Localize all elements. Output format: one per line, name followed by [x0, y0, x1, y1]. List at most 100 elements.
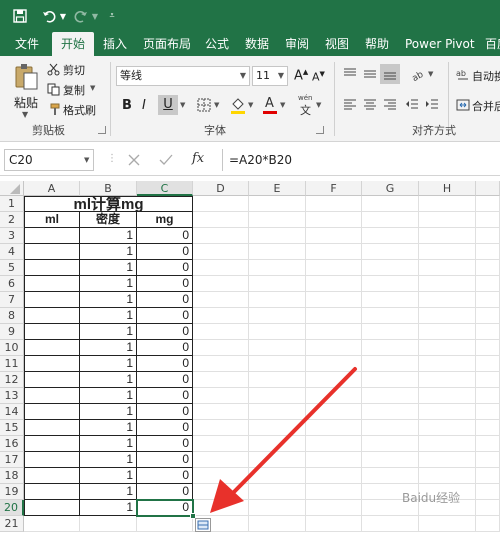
format-painter-icon[interactable] — [46, 102, 60, 116]
ml-cell[interactable] — [24, 340, 80, 356]
grid-cell[interactable] — [419, 260, 476, 276]
tab-help[interactable]: 帮助 — [356, 32, 398, 56]
clipboard-dialog-launcher-icon[interactable] — [98, 126, 106, 134]
grid-cell[interactable] — [419, 228, 476, 244]
merge-center-icon[interactable] — [456, 98, 470, 112]
grid-cell[interactable] — [476, 196, 500, 212]
align-center-icon[interactable] — [362, 96, 378, 112]
row-header-18[interactable]: 18 — [0, 468, 24, 484]
density-cell[interactable]: 1 — [80, 388, 137, 404]
density-cell[interactable]: 1 — [80, 436, 137, 452]
decrease-font-size-button[interactable]: A▼ — [312, 70, 325, 84]
row-header-13[interactable]: 13 — [0, 388, 24, 404]
grid-cell[interactable] — [306, 260, 362, 276]
italic-button[interactable]: I — [142, 98, 146, 113]
grid-cell[interactable] — [306, 324, 362, 340]
grid-cell[interactable] — [419, 212, 476, 228]
grid-cell[interactable] — [306, 276, 362, 292]
row-header-20[interactable]: 20 — [0, 500, 24, 516]
name-box-dropdown-icon[interactable]: ▼ — [84, 156, 89, 164]
grid-cell[interactable] — [476, 356, 500, 372]
select-all-button[interactable] — [0, 181, 24, 196]
grid-cell[interactable] — [476, 436, 500, 452]
grid-cell[interactable] — [476, 468, 500, 484]
mg-cell[interactable]: 0 — [137, 420, 193, 436]
mg-cell[interactable]: 0 — [137, 308, 193, 324]
grid-cell[interactable] — [419, 276, 476, 292]
row-header-5[interactable]: 5 — [0, 260, 24, 276]
more-options-icon[interactable]: ⋮ — [107, 153, 117, 164]
grid-cell[interactable] — [249, 260, 306, 276]
grid-cell[interactable] — [249, 228, 306, 244]
row-header-17[interactable]: 17 — [0, 452, 24, 468]
cancel-icon[interactable] — [126, 152, 142, 168]
grid-cell[interactable] — [193, 244, 249, 260]
column-header-f[interactable]: F — [306, 181, 362, 196]
mg-cell[interactable]: 0 — [137, 468, 193, 484]
column-label-mg[interactable]: mg — [137, 212, 193, 228]
decrease-indent-icon[interactable] — [404, 96, 420, 112]
density-cell[interactable]: 1 — [80, 452, 137, 468]
grid-cell[interactable] — [362, 356, 419, 372]
grid-cell[interactable] — [476, 340, 500, 356]
increase-font-size-button[interactable]: A▲ — [294, 68, 308, 83]
tab-data[interactable]: 数据 — [236, 32, 278, 56]
mg-cell[interactable]: 0 — [137, 484, 193, 500]
grid-cell[interactable] — [362, 404, 419, 420]
density-cell[interactable]: 1 — [80, 500, 137, 516]
mg-cell[interactable]: 0 — [137, 356, 193, 372]
mg-cell[interactable]: 0 — [137, 404, 193, 420]
row-header-19[interactable]: 19 — [0, 484, 24, 500]
orientation-icon[interactable]: ab — [410, 66, 428, 82]
column-header-b[interactable]: B — [80, 181, 137, 196]
grid-cell[interactable] — [306, 228, 362, 244]
ml-cell[interactable] — [24, 324, 80, 340]
tab-file[interactable]: 文件 — [6, 32, 48, 56]
cut-label[interactable]: 剪切 — [63, 62, 85, 78]
save-icon[interactable] — [10, 6, 30, 26]
row-header-9[interactable]: 9 — [0, 324, 24, 340]
ml-cell[interactable] — [24, 388, 80, 404]
grid-cell[interactable] — [249, 308, 306, 324]
phonetic-guide-icon[interactable]: 文 — [300, 102, 311, 118]
font-dialog-launcher-icon[interactable] — [316, 126, 324, 134]
grid-cell[interactable] — [137, 516, 193, 532]
grid-cell[interactable] — [249, 324, 306, 340]
density-cell[interactable]: 1 — [80, 468, 137, 484]
align-left-icon[interactable] — [342, 96, 358, 112]
ml-cell[interactable] — [24, 484, 80, 500]
ml-cell[interactable] — [24, 372, 80, 388]
ml-cell[interactable] — [24, 356, 80, 372]
grid-cell[interactable] — [419, 436, 476, 452]
grid-cell[interactable] — [193, 228, 249, 244]
merge-center-label[interactable]: 合并后 — [472, 98, 500, 114]
grid-cell[interactable] — [362, 452, 419, 468]
density-cell[interactable]: 1 — [80, 292, 137, 308]
tab-page-layout[interactable]: 页面布局 — [134, 32, 200, 56]
grid-cell[interactable] — [476, 452, 500, 468]
copy-dropdown-icon[interactable]: ▼ — [90, 84, 95, 92]
grid-cell[interactable] — [362, 388, 419, 404]
density-cell[interactable]: 1 — [80, 484, 137, 500]
grid-cell[interactable] — [476, 372, 500, 388]
grid-cell[interactable] — [362, 212, 419, 228]
ml-cell[interactable] — [24, 452, 80, 468]
grid-cell[interactable] — [419, 516, 476, 532]
grid-cell[interactable] — [476, 404, 500, 420]
ml-cell[interactable] — [24, 436, 80, 452]
grid-cell[interactable] — [419, 244, 476, 260]
mg-cell[interactable]: 0 — [137, 244, 193, 260]
tab-review[interactable]: 审阅 — [276, 32, 318, 56]
ml-cell[interactable] — [24, 276, 80, 292]
tab-view[interactable]: 视图 — [316, 32, 358, 56]
row-header-6[interactable]: 6 — [0, 276, 24, 292]
insert-function-button[interactable]: fx — [192, 151, 204, 166]
column-header-g[interactable]: G — [362, 181, 419, 196]
grid-cell[interactable] — [476, 500, 500, 516]
row-header-2[interactable]: 2 — [0, 212, 24, 228]
density-cell[interactable]: 1 — [80, 276, 137, 292]
grid-cell[interactable] — [419, 324, 476, 340]
font-name-select[interactable]: 等线 ▼ — [116, 66, 250, 86]
density-cell[interactable]: 1 — [80, 308, 137, 324]
density-cell[interactable]: 1 — [80, 260, 137, 276]
